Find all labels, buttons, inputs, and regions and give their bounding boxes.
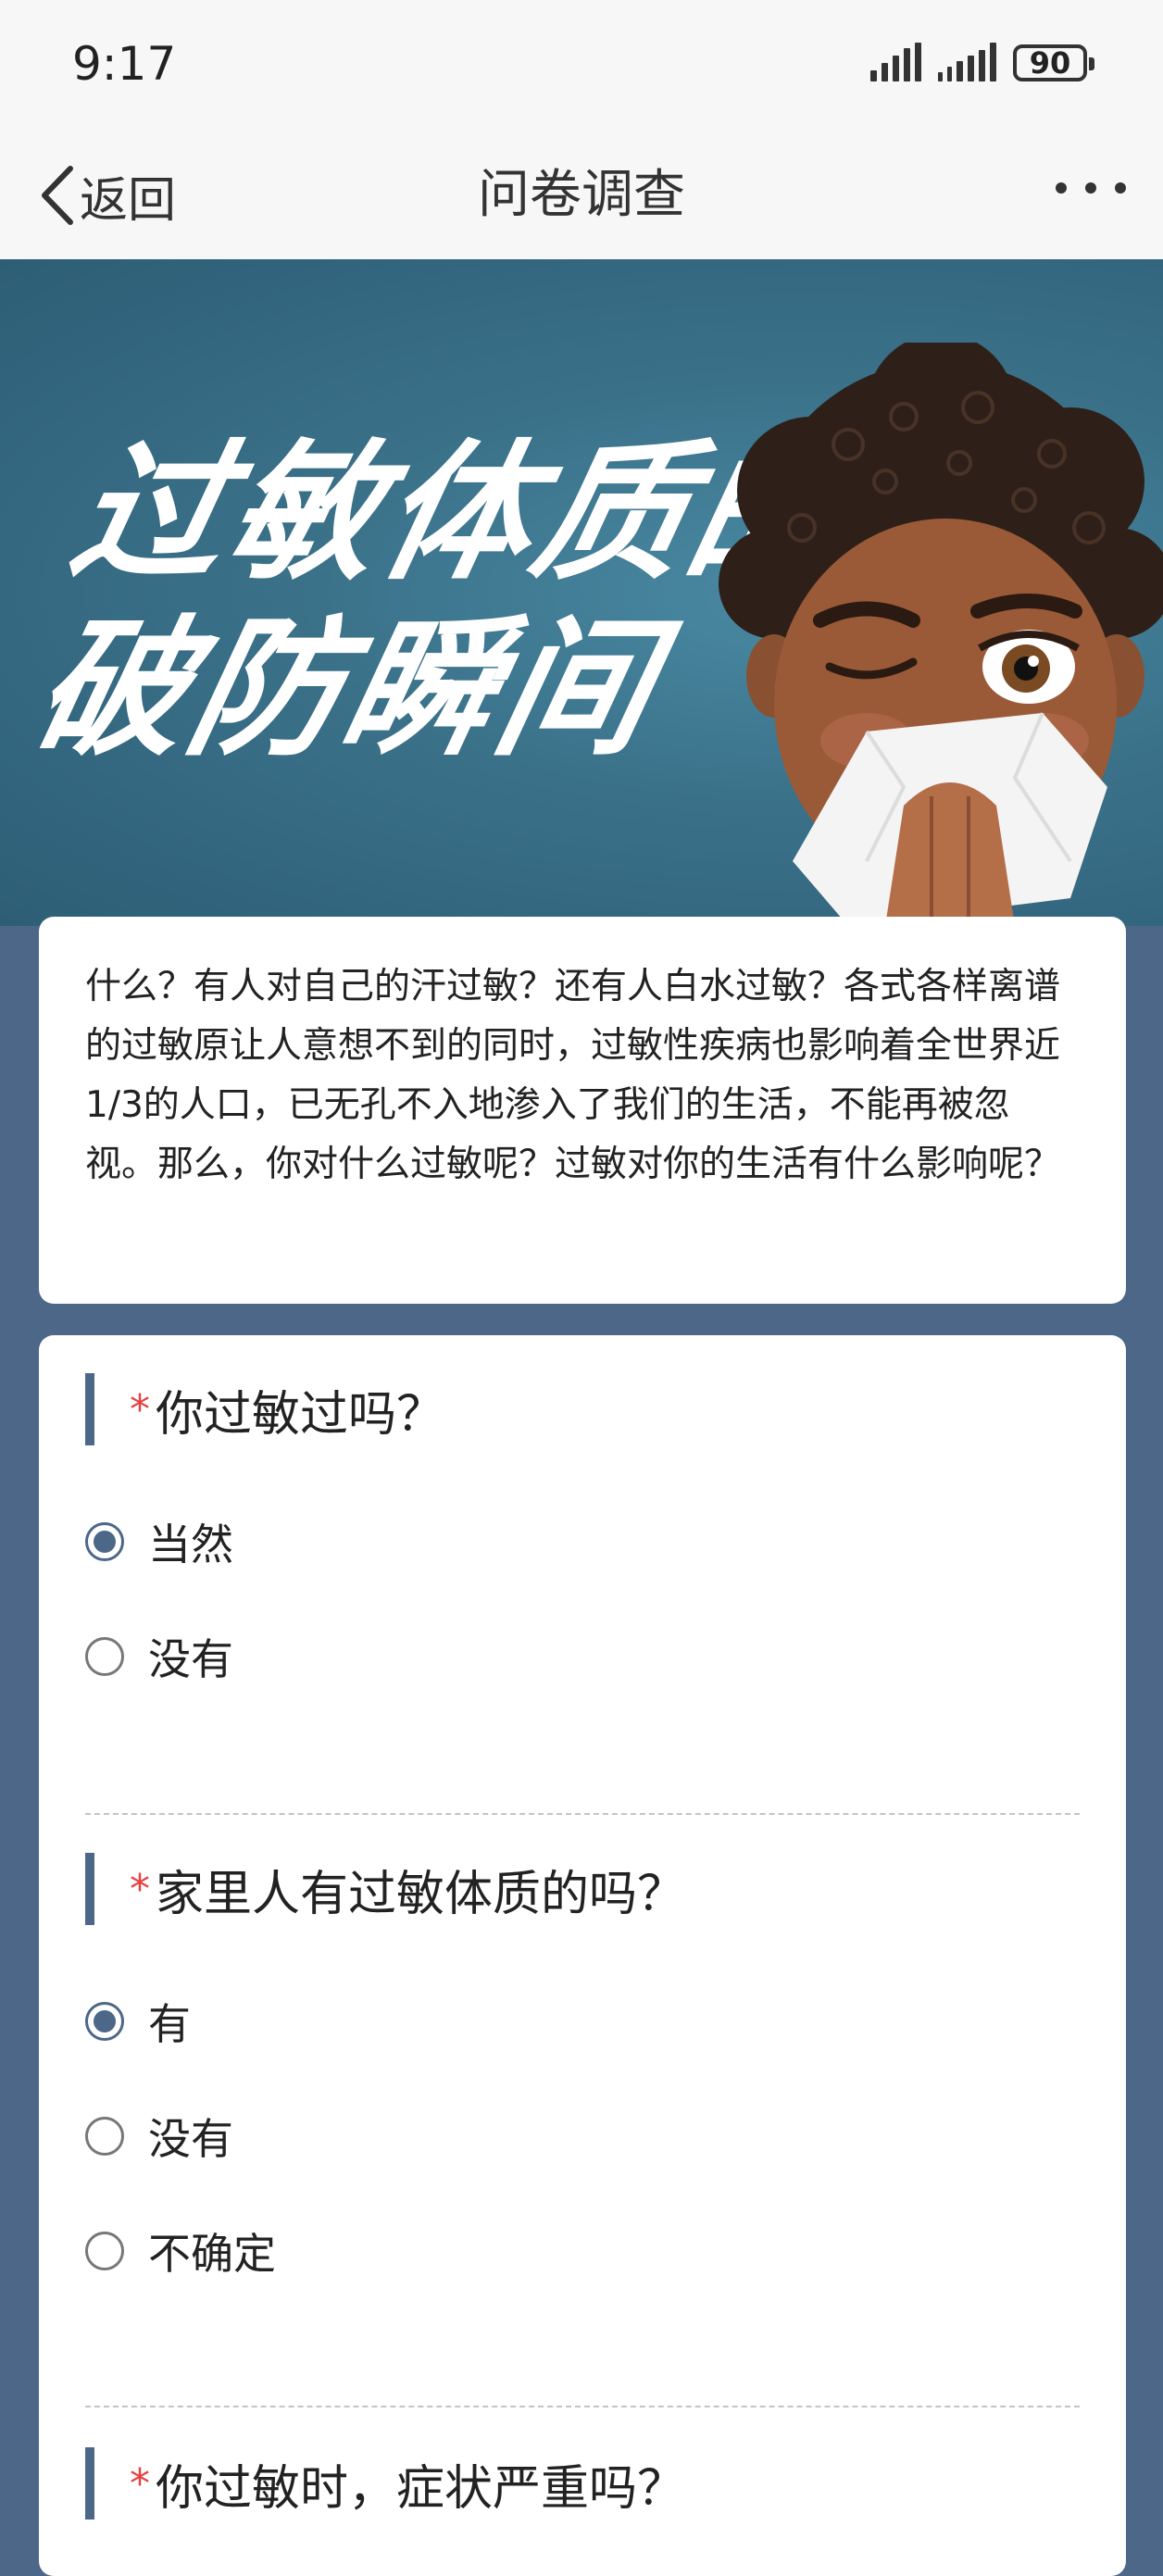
survey-form: * 你过敏过吗？ 当然 没有 * 家里人有过敏体质的吗？ 有 没有 不确定 * … [39, 1335, 1126, 2576]
radio-checked-icon[interactable] [85, 2002, 124, 2041]
question-header: * 家里人有过敏体质的吗？ [85, 1852, 1080, 1926]
radio-checked-icon[interactable] [85, 1522, 124, 1561]
question-3: * 你过敏时，症状严重吗？ [85, 2446, 1080, 2520]
question-accent-bar [85, 1373, 94, 1445]
required-marker: * [130, 1865, 150, 1913]
option-label: 没有 [148, 2114, 233, 2164]
option-radio[interactable]: 不确定 [85, 2219, 276, 2283]
status-time: 9:17 [72, 37, 177, 91]
signal-icon [870, 43, 921, 81]
radio-unchecked-icon[interactable] [85, 1637, 124, 1676]
signal-2-icon [938, 43, 996, 81]
option-radio[interactable]: 有 [85, 1989, 191, 2054]
divider [85, 1813, 1080, 1815]
question-header: * 你过敏时，症状严重吗？ [85, 2446, 1080, 2520]
option-label: 没有 [148, 1634, 233, 1684]
status-bar: 9:17 90 [0, 0, 1163, 134]
nav-bar: 返回 问卷调查 [0, 134, 1163, 259]
question-accent-bar [85, 2447, 94, 2520]
question-accent-bar [85, 1853, 94, 1925]
battery-icon: 90 [1013, 44, 1094, 81]
intro-card: 什么？有人对自己的汗过敏？还有人白水过敏？各式各样离谱的过敏原让人意想不到的同时… [39, 917, 1126, 1304]
radio-unchecked-icon[interactable] [85, 2117, 124, 2156]
battery-level: 90 [1029, 45, 1071, 81]
question-text: 你过敏过吗？ [156, 1386, 445, 1443]
option-label: 不确定 [148, 2229, 276, 2279]
option-label: 有 [148, 1999, 191, 2049]
question-text: 家里人有过敏体质的吗？ [156, 1866, 686, 1922]
question-1: * 你过敏过吗？ 当然 没有 [85, 1372, 1080, 1684]
option-radio[interactable]: 当然 [85, 1509, 233, 1574]
option-radio[interactable]: 没有 [85, 1624, 233, 1689]
option-label: 当然 [148, 1519, 233, 1569]
radio-unchecked-icon[interactable] [85, 2232, 124, 2270]
question-text: 你过敏时，症状严重吗？ [156, 2460, 686, 2517]
question-2: * 家里人有过敏体质的吗？ 有 没有 不确定 [85, 1852, 1080, 2279]
intro-text: 什么？有人对自己的汗过敏？还有人白水过敏？各式各样离谱的过敏原让人意想不到的同时… [85, 966, 1061, 1185]
sneezing-boy-illustration [719, 343, 1163, 926]
required-marker: * [130, 2459, 150, 2507]
required-marker: * [130, 1385, 150, 1433]
divider [85, 2406, 1080, 2407]
option-radio[interactable]: 没有 [85, 2104, 233, 2169]
status-icons: 90 [870, 43, 1094, 81]
question-header: * 你过敏过吗？ [85, 1372, 1080, 1446]
page-title: 问卷调查 [478, 165, 685, 225]
more-icon[interactable] [1056, 182, 1126, 194]
banner-image: 过敏体质的 破防瞬间 [0, 259, 1163, 926]
